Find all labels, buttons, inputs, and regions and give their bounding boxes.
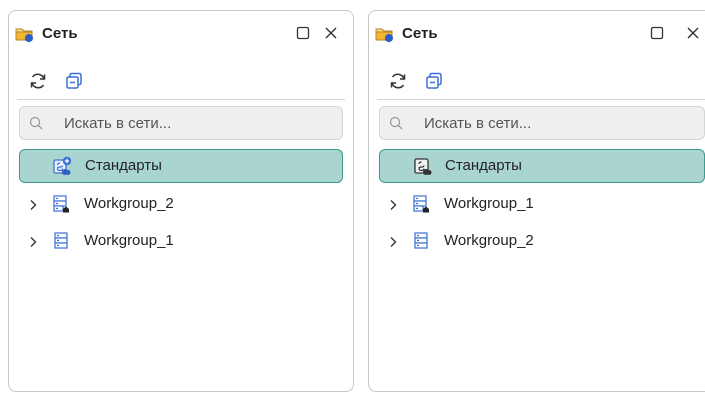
tree-item-standards[interactable]: Стандарты	[19, 149, 343, 183]
panel-toolbar	[9, 67, 353, 97]
search-input[interactable]: Искать в сети...	[19, 106, 343, 140]
refresh-button[interactable]	[26, 69, 50, 93]
close-button[interactable]	[323, 25, 339, 41]
standards-add-icon	[52, 156, 72, 176]
chevron-right-icon[interactable]	[27, 198, 39, 210]
collapse-all-icon	[66, 72, 82, 89]
server-home-icon	[411, 194, 431, 214]
tree-item-label: Workgroup_1	[444, 195, 534, 212]
tree-item-standards[interactable]: Стандарты	[379, 149, 705, 183]
search-icon	[389, 116, 403, 130]
chevron-right-icon[interactable]	[387, 235, 399, 247]
toolbar-divider	[377, 99, 705, 100]
maximize-button[interactable]	[295, 25, 311, 41]
search-placeholder: Искать в сети...	[424, 115, 532, 132]
panel-titlebar: Сеть	[369, 11, 705, 55]
panel-title: Сеть	[402, 25, 438, 42]
tree-item-label: Workgroup_2	[84, 195, 174, 212]
refresh-icon	[30, 73, 46, 89]
network-panel-left: Сеть Искать в сети... Стандарты Workgrou…	[8, 10, 354, 392]
collapse-all-button[interactable]	[62, 69, 86, 93]
panel-toolbar	[369, 67, 705, 97]
network-folder-icon	[375, 24, 395, 44]
panel-titlebar: Сеть	[9, 11, 353, 55]
chevron-right-icon[interactable]	[387, 198, 399, 210]
collapse-all-button[interactable]	[422, 69, 446, 93]
search-icon	[29, 116, 43, 130]
panel-title: Сеть	[42, 25, 78, 42]
tree-item-workgroup[interactable]: Workgroup_1	[379, 187, 703, 221]
tree-item-label: Стандарты	[445, 157, 522, 174]
search-placeholder: Искать в сети...	[64, 115, 172, 132]
tree-item-workgroup[interactable]: Workgroup_1	[19, 224, 343, 258]
toolbar-divider	[17, 99, 345, 100]
tree-item-label: Workgroup_1	[84, 232, 174, 249]
server-home-icon	[51, 194, 71, 214]
tree-item-workgroup[interactable]: Workgroup_2	[379, 224, 703, 258]
refresh-button[interactable]	[386, 69, 410, 93]
collapse-all-icon	[426, 72, 442, 89]
tree-item-label: Workgroup_2	[444, 232, 534, 249]
refresh-icon	[390, 73, 406, 89]
tree-item-workgroup[interactable]: Workgroup_2	[19, 187, 343, 221]
server-icon	[51, 231, 71, 251]
standards-icon	[412, 156, 432, 176]
network-panel-right: Сеть Искать в сети... Стандарты Workgrou…	[368, 10, 705, 392]
search-input[interactable]: Искать в сети...	[379, 106, 705, 140]
chevron-right-icon[interactable]	[27, 235, 39, 247]
network-folder-icon	[15, 24, 35, 44]
close-button[interactable]	[685, 25, 701, 41]
tree-item-label: Стандарты	[85, 157, 162, 174]
maximize-button[interactable]	[649, 25, 665, 41]
server-icon	[411, 231, 431, 251]
